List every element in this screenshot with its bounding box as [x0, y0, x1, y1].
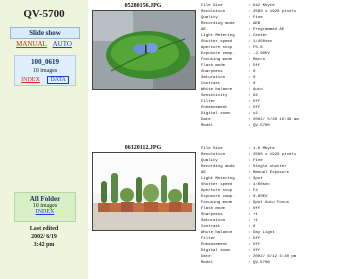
folder-view-links: INDEX DATA — [15, 76, 75, 84]
last-edited-time: 3:42 pm — [33, 242, 55, 248]
folder-index-link[interactable]: INDEX — [21, 77, 40, 83]
photo-thumbnail[interactable] — [92, 10, 196, 90]
current-folder-panel: 100_0619 10 images INDEX DATA — [14, 55, 76, 86]
photo-metadata-table: File Size:1.0 Mbyte Resolution:2560 x 19… — [201, 146, 296, 266]
cactus-photo-image — [93, 153, 195, 230]
butterfly-photo-image — [93, 11, 195, 89]
last-edited-date: 2002/ 6/19 — [31, 234, 57, 240]
folder-image-count: 10 images — [32, 68, 58, 74]
last-edited-info: Last edited 2002/ 6/19 3:42 pm — [8, 225, 80, 249]
photo-filename: 06120112.JPG — [124, 145, 162, 151]
sidebar: QV-5700 Slide show MANUAL AUTO 100_0619 … — [0, 0, 88, 279]
camera-model-title: QV-5700 — [23, 8, 65, 20]
all-folder-index-link[interactable]: INDEX — [15, 209, 75, 215]
metadata-row: Model: QV-5700 — [201, 124, 270, 128]
auto-mode-link[interactable]: AUTO — [53, 40, 72, 48]
last-edited-label: Last edited — [29, 226, 59, 232]
photo-filename: 05280156.JPG — [124, 3, 162, 9]
folder-data-link[interactable]: DATA — [47, 76, 69, 84]
slideshow-button[interactable]: Slide show — [10, 27, 80, 39]
manual-mode-link[interactable]: MANUAL — [16, 40, 47, 48]
photo-thumbnail[interactable] — [92, 152, 196, 231]
folder-name: 100_0619 — [31, 58, 59, 66]
slideshow-mode-row: MANUAL AUTO — [10, 40, 78, 48]
photo-metadata-table: File Size:642 Kbyte Resolution:2560 x 19… — [201, 3, 299, 129]
all-folder-panel: All Folder 10 images INDEX — [14, 192, 76, 222]
all-folder-title[interactable]: All Folder — [15, 195, 75, 203]
metadata-row: Model: QV-5700 — [201, 261, 270, 265]
